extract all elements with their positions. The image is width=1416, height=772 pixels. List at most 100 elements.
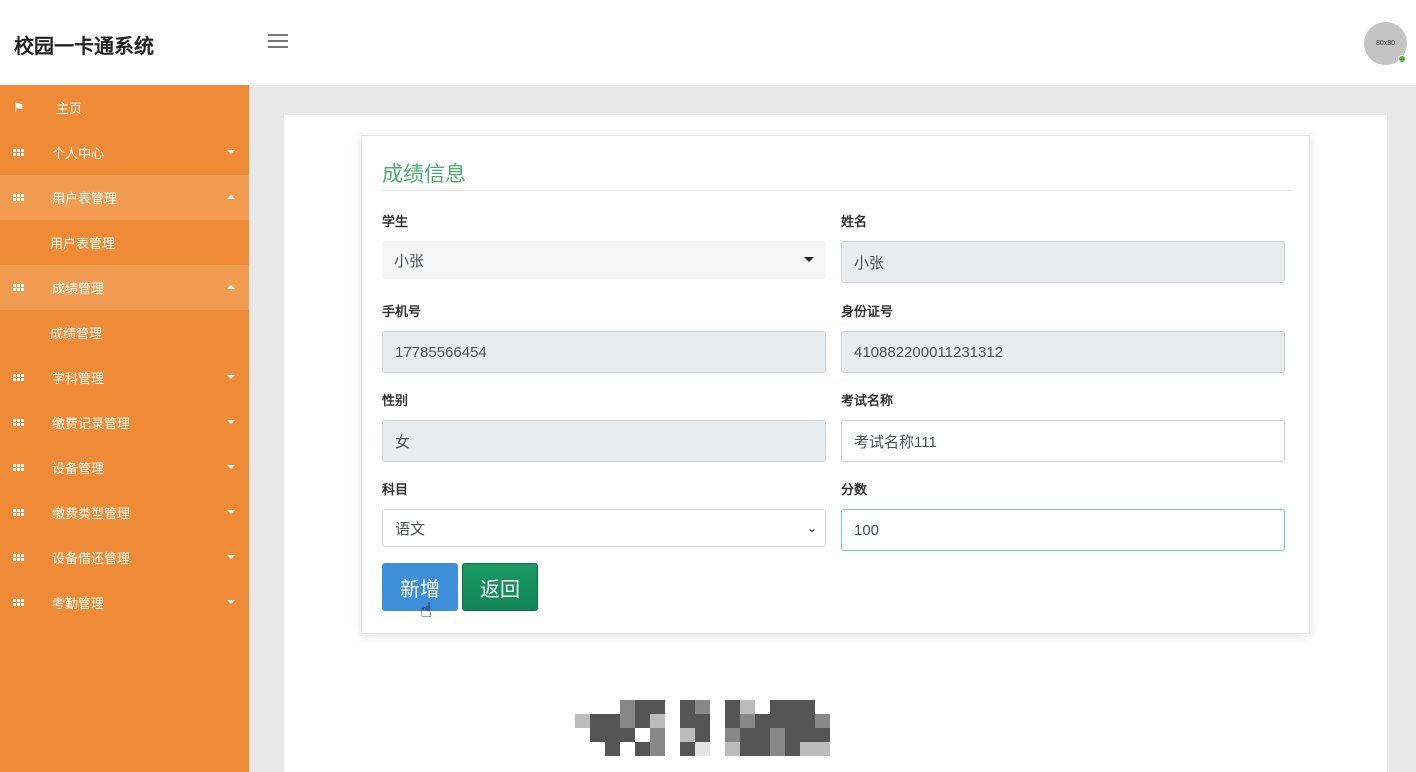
gender-field[interactable]: 女 bbox=[382, 420, 826, 462]
sidebar-item-subjects[interactable]: 学科管理 bbox=[0, 355, 249, 400]
sidebar-item-profile[interactable]: 个人中心 bbox=[0, 130, 249, 175]
chevron-down-icon bbox=[227, 555, 235, 559]
online-status-dot bbox=[1398, 55, 1406, 63]
logo-pixel bbox=[695, 700, 710, 714]
subject-value: 语文 bbox=[395, 520, 426, 538]
logo-pixel bbox=[785, 700, 800, 714]
score-input[interactable]: 100 bbox=[841, 509, 1285, 551]
logo-pixel bbox=[830, 742, 845, 756]
logo-pixel bbox=[845, 742, 860, 756]
logo-pixel bbox=[590, 728, 605, 742]
subject-label: 科目 bbox=[382, 482, 409, 497]
logo-pixel bbox=[590, 700, 605, 714]
sidebar-subitem-users[interactable]: 用户表管理 bbox=[0, 220, 249, 265]
subject-select[interactable]: 语文 ⌄ bbox=[382, 509, 826, 547]
chevron-down-icon: ⌄ bbox=[806, 521, 817, 535]
logo-pixel bbox=[680, 742, 695, 756]
sidebar-item-home[interactable]: ⚑ 主页 bbox=[0, 85, 249, 130]
logo-pixel bbox=[755, 728, 770, 742]
logo-pixel bbox=[815, 742, 830, 756]
sidebar-item-attendance[interactable]: 考勤管理 bbox=[0, 580, 249, 625]
logo-pixel bbox=[740, 714, 755, 728]
logo-pixel bbox=[740, 728, 755, 742]
sidebar-item-label: 主页 bbox=[56, 101, 83, 116]
logo-pixel bbox=[560, 742, 575, 756]
hamburger-menu-icon[interactable] bbox=[268, 34, 288, 50]
logo-pixel bbox=[695, 742, 710, 756]
sidebar-item-scores[interactable]: 成绩管理 bbox=[0, 265, 249, 310]
logo-pixel bbox=[575, 742, 590, 756]
chevron-down-icon bbox=[227, 465, 235, 469]
sidebar-item-label: 成绩管理 bbox=[52, 281, 105, 296]
sidebar-item-label: 个人中心 bbox=[52, 146, 105, 161]
logo-pixel bbox=[665, 742, 680, 756]
logo-pixel bbox=[560, 700, 575, 714]
logo-pixel bbox=[785, 742, 800, 756]
exam-name-input[interactable]: 考试名称111 bbox=[841, 420, 1285, 462]
sidebar-item-label: 用户表管理 bbox=[52, 191, 118, 206]
logo-pixel bbox=[755, 714, 770, 728]
exam-group: 考试名称 考试名称111 bbox=[841, 390, 1285, 462]
logo-pixel bbox=[620, 742, 635, 756]
logo-pixel bbox=[755, 742, 770, 756]
sidebar-item-payments[interactable]: 缴费记录管理 bbox=[0, 400, 249, 445]
logo-pixel bbox=[800, 700, 815, 714]
logo-pixel bbox=[710, 714, 725, 728]
phone-field[interactable]: 17785566454 bbox=[382, 331, 826, 373]
logo-pixel bbox=[605, 728, 620, 742]
idcard-value: 410882200011231312 bbox=[854, 343, 1004, 361]
sidebar-subitem-scores[interactable]: 成绩管理 bbox=[0, 310, 249, 355]
logo-pixel bbox=[590, 714, 605, 728]
sidebar-item-label: 设备管理 bbox=[52, 461, 105, 476]
logo-pixel bbox=[680, 728, 695, 742]
logo-pixel bbox=[845, 714, 860, 728]
back-button[interactable]: 返回 bbox=[462, 563, 538, 611]
logo-pixel bbox=[710, 742, 725, 756]
sidebar-item-label: 缴费记录管理 bbox=[52, 416, 131, 431]
idcard-field[interactable]: 410882200011231312 bbox=[841, 331, 1285, 373]
logo-pixel bbox=[845, 728, 860, 742]
logo-pixel bbox=[845, 700, 860, 714]
logo-pixel bbox=[620, 728, 635, 742]
score-form-card: 成绩信息 学生 小张 姓名 小张 手机号 17785566454 身份证号 41… bbox=[361, 135, 1310, 634]
logo-pixel bbox=[650, 728, 665, 742]
score-group: 分数 100 bbox=[841, 479, 1285, 551]
logo-pixel bbox=[665, 700, 680, 714]
logo-pixel bbox=[725, 728, 740, 742]
logo-pixel bbox=[785, 728, 800, 742]
logo-pixel bbox=[740, 700, 755, 714]
top-bar: 校园一卡通系统 80x80 bbox=[0, 0, 1416, 85]
logo-pixel bbox=[830, 700, 845, 714]
chevron-up-icon bbox=[227, 285, 235, 289]
sidebar-item-payment-types[interactable]: 缴费类型管理 bbox=[0, 490, 249, 535]
logo-pixel bbox=[650, 742, 665, 756]
logo-pixel bbox=[815, 714, 830, 728]
avatar[interactable]: 80x80 bbox=[1364, 22, 1407, 65]
logo-pixel bbox=[770, 714, 785, 728]
name-group: 姓名 小张 bbox=[841, 211, 1285, 283]
chevron-down-icon bbox=[227, 150, 235, 154]
grid-icon bbox=[13, 464, 24, 471]
logo-pixel bbox=[770, 728, 785, 742]
grid-icon bbox=[13, 284, 24, 291]
logo-pixel bbox=[680, 700, 695, 714]
logo-pixel bbox=[605, 742, 620, 756]
sidebar-item-devices[interactable]: 设备管理 bbox=[0, 445, 249, 490]
pixelated-logo bbox=[560, 700, 860, 758]
sidebar-item-users[interactable]: 用户表管理 bbox=[0, 175, 249, 220]
name-value: 小张 bbox=[854, 254, 885, 272]
gender-group: 性别 女 bbox=[382, 390, 826, 462]
exam-value: 考试名称111 bbox=[854, 433, 937, 451]
chevron-down-icon bbox=[227, 600, 235, 604]
name-field[interactable]: 小张 bbox=[841, 241, 1285, 283]
student-select[interactable]: 小张 bbox=[382, 241, 826, 279]
logo-pixel bbox=[770, 700, 785, 714]
student-value: 小张 bbox=[394, 252, 425, 270]
logo-pixel bbox=[680, 714, 695, 728]
logo-pixel bbox=[830, 728, 845, 742]
score-label: 分数 bbox=[841, 482, 868, 497]
logo-pixel bbox=[650, 700, 665, 714]
sidebar-item-device-borrow[interactable]: 设备借还管理 bbox=[0, 535, 249, 580]
logo-pixel bbox=[830, 714, 845, 728]
logo-pixel bbox=[635, 700, 650, 714]
